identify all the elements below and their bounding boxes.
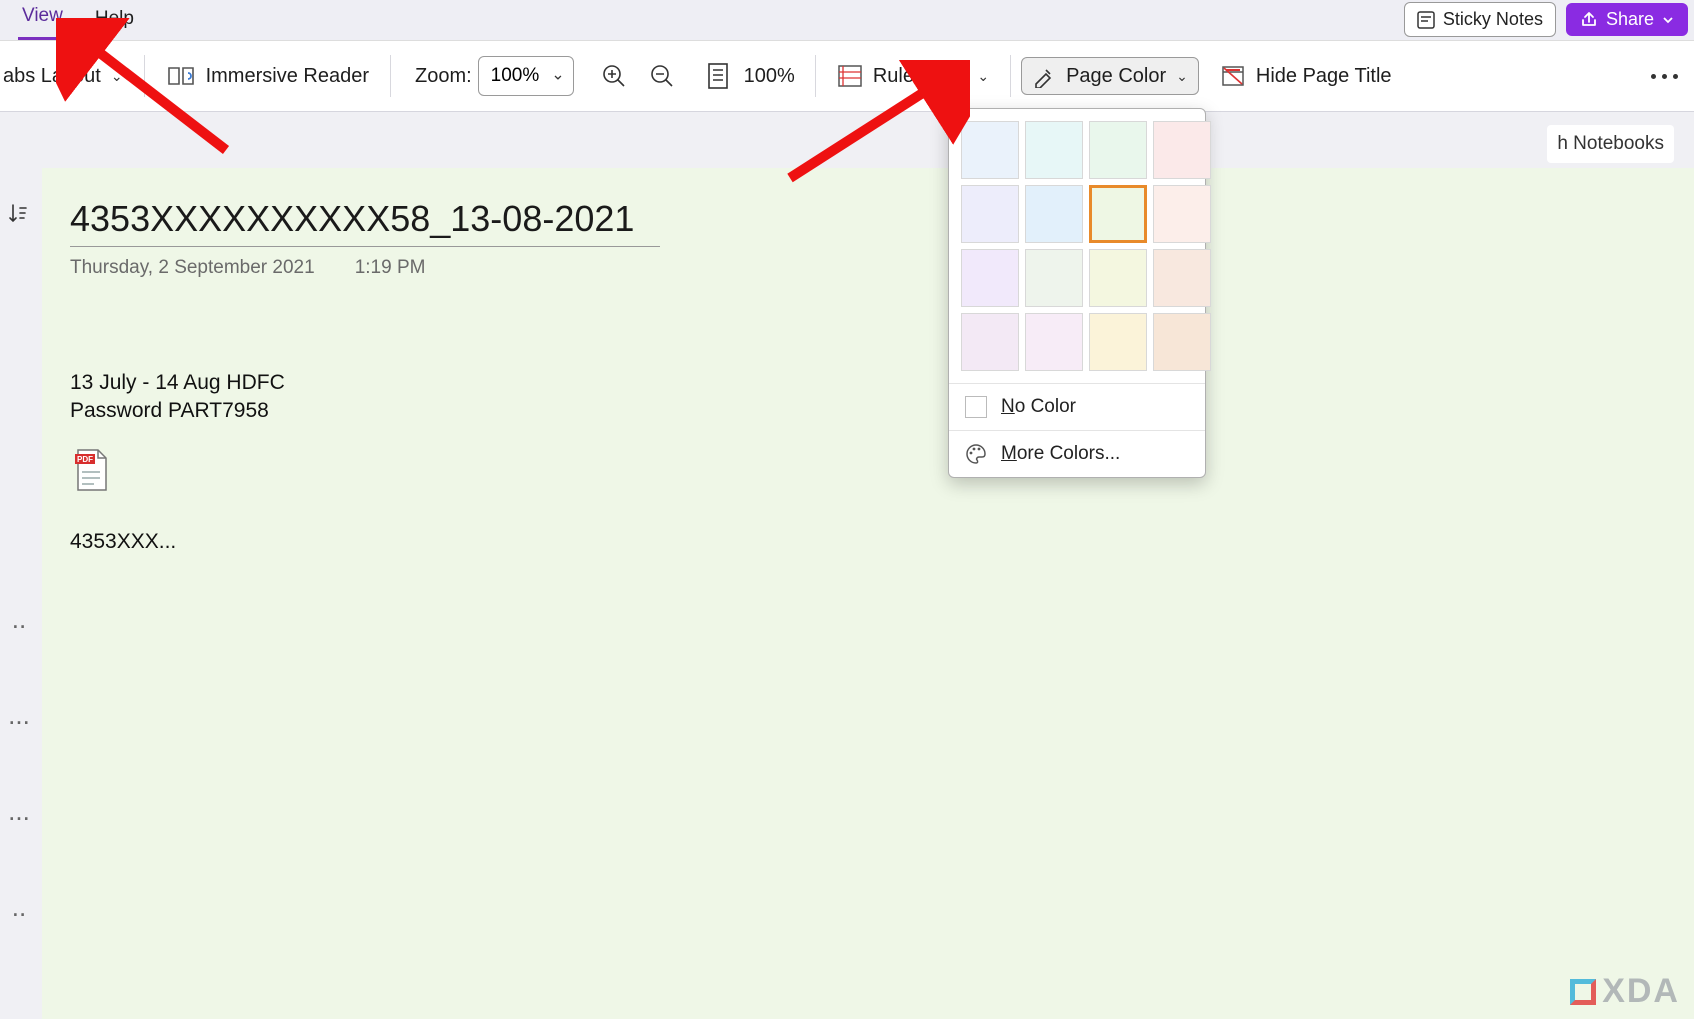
sticky-notes-label: Sticky Notes xyxy=(1443,9,1543,30)
separator xyxy=(1010,55,1011,97)
color-swatch[interactable] xyxy=(1089,121,1147,179)
color-swatch[interactable] xyxy=(1153,249,1211,307)
hide-page-title-button[interactable]: Hide Page Title xyxy=(1209,57,1403,95)
more-colors-option[interactable]: More Colors... xyxy=(949,430,1205,477)
chevron-down-icon: ⌄ xyxy=(111,68,123,85)
xda-logo-icon xyxy=(1570,979,1596,1005)
chevron-down-icon: ⌄ xyxy=(1176,68,1188,85)
palette-icon xyxy=(965,443,987,465)
color-swatch[interactable] xyxy=(1025,249,1083,307)
sort-icon[interactable] xyxy=(7,202,31,226)
separator xyxy=(390,55,391,97)
body-line: Password PART7958 xyxy=(70,397,1666,425)
pdf-attachment[interactable]: PDF xyxy=(70,448,1666,500)
immersive-reader-button[interactable]: Immersive Reader xyxy=(155,56,380,96)
ribbon-toolbar: abs Layout ⌄ Immersive Reader Zoom: 100%… xyxy=(0,40,1694,112)
page-color-label: Page Color xyxy=(1066,65,1166,88)
page-date: Thursday, 2 September 2021 xyxy=(70,257,315,279)
menu-help[interactable]: Help xyxy=(91,2,138,40)
color-swatch[interactable] xyxy=(1089,313,1147,371)
page-color-button[interactable]: Page Color ⌄ xyxy=(1021,57,1199,95)
color-swatch-grid xyxy=(949,109,1205,383)
no-color-icon xyxy=(965,396,987,418)
hide-page-title-label: Hide Page Title xyxy=(1256,65,1392,88)
color-swatch[interactable] xyxy=(1153,185,1211,243)
sticky-notes-button[interactable]: Sticky Notes xyxy=(1404,2,1556,37)
color-swatch[interactable] xyxy=(961,313,1019,371)
separator xyxy=(144,55,145,97)
rule-lines-label: Rule Lines xyxy=(873,65,968,88)
zoom-value: 100% xyxy=(491,65,540,87)
color-swatch[interactable] xyxy=(1153,313,1211,371)
color-swatch[interactable] xyxy=(1153,121,1211,179)
page-meta: Thursday, 2 September 2021 1:19 PM xyxy=(70,257,1666,279)
page-list-item-truncated[interactable]: .. xyxy=(12,606,26,632)
separator xyxy=(815,55,816,97)
zoom-out-button[interactable] xyxy=(642,56,682,96)
page-canvas[interactable]: 4353XXXXXXXXXX58_13-08-2021 Thursday, 2 … xyxy=(42,168,1694,1019)
page-body[interactable]: 13 July - 14 Aug HDFC Password PART7958 … xyxy=(70,369,1666,556)
page-width-icon xyxy=(706,62,730,90)
share-label: Share xyxy=(1606,9,1654,30)
zoom-out-icon xyxy=(649,63,675,89)
more-icon xyxy=(1651,74,1678,79)
zoom-in-button[interactable] xyxy=(594,56,634,96)
header-right: Sticky Notes Share xyxy=(1404,2,1688,37)
color-swatch[interactable] xyxy=(961,185,1019,243)
attachment-caption: 4353XXX... xyxy=(70,528,1666,556)
zoom-label: Zoom: xyxy=(401,65,478,88)
search-notebooks-hint: h Notebooks xyxy=(1547,125,1674,163)
body-line: 13 July - 14 Aug HDFC xyxy=(70,369,1666,397)
color-swatch[interactable] xyxy=(961,121,1019,179)
share-icon xyxy=(1580,11,1598,29)
share-button[interactable]: Share xyxy=(1566,3,1688,36)
immersive-reader-label: Immersive Reader xyxy=(206,65,369,88)
page-list-sliver: .. ... ... .. xyxy=(0,160,38,1019)
sticky-note-icon xyxy=(1417,11,1435,29)
page-list-item-truncated[interactable]: .. xyxy=(12,894,26,920)
color-swatch[interactable] xyxy=(1089,185,1147,243)
chevron-down-icon: ⌄ xyxy=(977,68,989,85)
page-color-icon xyxy=(1032,64,1056,88)
color-swatch[interactable] xyxy=(1025,185,1083,243)
page-list-item-truncated[interactable]: ... xyxy=(8,798,30,824)
zoom-select[interactable]: 100% xyxy=(478,56,574,96)
tabs-layout-button[interactable]: abs Layout ⌄ xyxy=(0,58,134,95)
zoom-in-icon xyxy=(601,63,627,89)
color-swatch[interactable] xyxy=(1089,249,1147,307)
rule-lines-icon xyxy=(837,64,863,88)
watermark-text: XDA xyxy=(1602,972,1680,1011)
no-color-option[interactable]: No Color xyxy=(949,383,1205,430)
hide-page-title-icon xyxy=(1220,64,1246,88)
page-width-icon-button[interactable] xyxy=(698,56,738,96)
tabs-layout-label: abs Layout xyxy=(3,65,101,88)
page-width-value: 100% xyxy=(744,65,795,88)
chevron-down-icon xyxy=(1662,14,1674,26)
immersive-reader-icon xyxy=(166,63,196,89)
color-swatch[interactable] xyxy=(1025,121,1083,179)
no-color-label: No Color xyxy=(1001,396,1076,418)
pdf-file-icon: PDF xyxy=(70,448,112,492)
page-color-popup: No Color More Colors... xyxy=(948,108,1206,478)
page-time: 1:19 PM xyxy=(355,257,426,279)
page-title[interactable]: 4353XXXXXXXXXX58_13-08-2021 xyxy=(70,198,660,247)
menu-view[interactable]: View xyxy=(18,0,67,40)
more-colors-label: More Colors... xyxy=(1001,443,1120,465)
svg-text:PDF: PDF xyxy=(77,455,93,464)
rule-lines-button[interactable]: Rule Lines ⌄ xyxy=(826,57,1000,95)
ribbon-overflow-button[interactable] xyxy=(1644,56,1684,96)
color-swatch[interactable] xyxy=(1025,313,1083,371)
page-list-item-truncated[interactable]: ... xyxy=(8,702,30,728)
color-swatch[interactable] xyxy=(961,249,1019,307)
xda-watermark: XDA xyxy=(1570,972,1680,1011)
